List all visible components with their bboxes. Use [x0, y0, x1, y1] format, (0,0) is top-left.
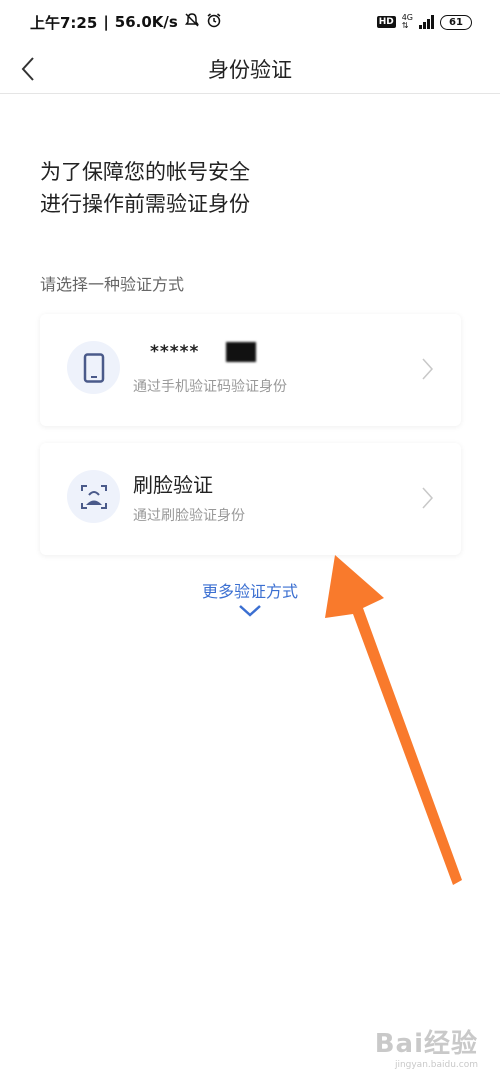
phone-option-desc: 通过手机验证码验证身份 [133, 379, 287, 395]
icon-circle [67, 341, 120, 394]
icon-circle [67, 470, 120, 523]
phone-verify-option[interactable]: ***** 通过手机验证码验证身份 [40, 314, 461, 426]
watermark-url: jingyan.baidu.com [394, 1060, 478, 1070]
intro-text: 为了保障您的帐号安全 进行操作前需验证身份 [40, 156, 250, 220]
page-title: 身份验证 [208, 57, 292, 82]
more-methods-button[interactable]: 更多验证方式 [0, 578, 500, 618]
status-divider: | [103, 13, 109, 31]
intro-line-1: 为了保障您的帐号安全 [40, 160, 250, 184]
back-button[interactable] [10, 49, 46, 89]
hd-badge: HD [376, 16, 396, 28]
phone-icon [83, 352, 104, 383]
more-methods-label: 更多验证方式 [201, 582, 298, 601]
masked-phone-number: ***** [150, 342, 200, 362]
status-bar: 上午7:25 | 56.0K/s HD 4G ⇅ 61 [0, 0, 500, 44]
status-time: 上午7:25 [30, 13, 98, 32]
data-arrows-icon: ⇅ [401, 21, 409, 30]
status-speed: 56.0K/s [114, 13, 178, 31]
chevron-left-icon [21, 57, 34, 81]
battery-level: 61 [449, 16, 463, 28]
section-label: 请选择一种验证方式 [40, 275, 185, 294]
network-type: 4G ⇅ [402, 14, 413, 30]
status-left: 上午7:25 | 56.0K/s [30, 12, 222, 33]
redaction-block [226, 342, 256, 362]
battery-icon: 61 [440, 14, 472, 30]
intro-line-2: 进行操作前需验证身份 [40, 192, 250, 216]
status-right: HD 4G ⇅ 61 [376, 14, 472, 30]
signal-icon [419, 15, 434, 29]
mute-icon [184, 12, 200, 32]
chevron-right-icon [422, 487, 434, 509]
watermark-logo: Bai经验 [374, 1029, 478, 1059]
nav-bar: 身份验证 [0, 44, 500, 94]
alarm-icon [206, 12, 222, 32]
face-verify-option[interactable]: 刷脸验证 通过刷脸验证身份 [40, 443, 461, 555]
face-option-title: 刷脸验证 [133, 473, 213, 497]
chevron-right-icon [422, 358, 434, 380]
watermark: Bai经验 jingyan.baidu.com [375, 1023, 478, 1070]
face-scan-icon [80, 484, 107, 509]
face-option-desc: 通过刷脸验证身份 [133, 508, 245, 524]
chevron-down-icon [239, 605, 261, 617]
